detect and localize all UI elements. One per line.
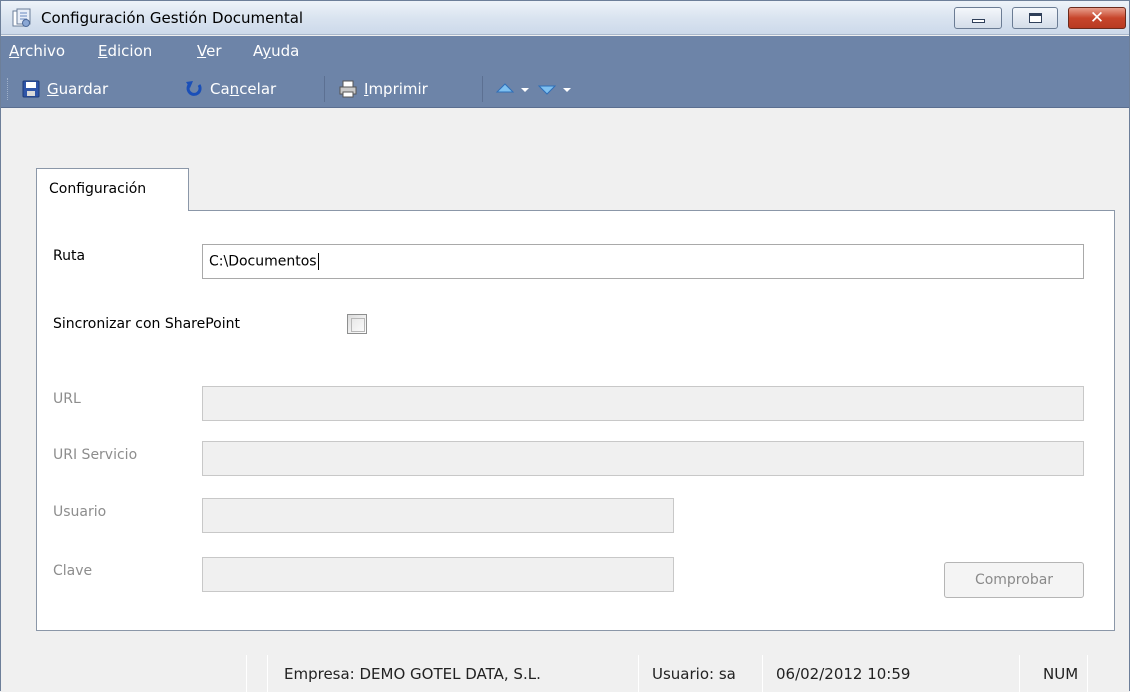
dropdown-arrow-icon xyxy=(520,79,530,99)
text-cursor xyxy=(317,253,319,270)
menu-ayuda[interactable]: Ayuda xyxy=(253,42,299,60)
status-separator xyxy=(246,655,247,692)
ruta-input[interactable]: C:\Documentos xyxy=(202,244,1084,279)
toolbar-separator xyxy=(324,76,325,102)
tab-configuracion[interactable]: Configuración xyxy=(36,168,189,211)
status-empresa: Empresa: DEMO GOTEL DATA, S.L. xyxy=(284,665,541,683)
undo-icon xyxy=(184,79,204,99)
menu-ver[interactable]: Ver xyxy=(197,42,222,60)
menu-edicion[interactable]: Edicion xyxy=(98,42,152,60)
menu-bar: Archivo Edicion Ver Ayuda xyxy=(1,36,1129,68)
save-icon xyxy=(21,79,41,99)
save-button[interactable]: Guardar xyxy=(21,77,108,101)
status-separator xyxy=(1019,655,1020,692)
usuario-input[interactable] xyxy=(202,498,674,533)
minimize-icon xyxy=(972,19,985,23)
toolbar-separator xyxy=(482,76,483,102)
clave-label: Clave xyxy=(53,563,93,579)
status-usuario: Usuario: sa xyxy=(652,665,736,683)
previous-dropdown-button[interactable] xyxy=(520,77,530,101)
url-label: URL xyxy=(53,391,81,407)
sync-sharepoint-label: Sincronizar con SharePoint xyxy=(53,316,241,332)
uri-servicio-label: URI Servicio xyxy=(53,447,138,463)
status-separator xyxy=(762,655,763,692)
status-separator xyxy=(1087,655,1088,692)
printer-icon xyxy=(338,79,358,99)
close-icon: ✕ xyxy=(1089,8,1105,28)
sync-sharepoint-checkbox[interactable] xyxy=(347,314,367,334)
next-record-button[interactable] xyxy=(537,77,557,101)
toolbar: Guardar Cancelar Imprimir xyxy=(1,68,1129,108)
status-separator xyxy=(638,655,639,692)
next-dropdown-button[interactable] xyxy=(562,77,572,101)
comprobar-button[interactable]: Comprobar xyxy=(944,562,1084,598)
menu-archivo[interactable]: Archivo xyxy=(9,42,65,60)
document-config-icon xyxy=(11,8,33,28)
url-input[interactable] xyxy=(202,386,1084,421)
clave-input[interactable] xyxy=(202,557,674,592)
tab-label: Configuración xyxy=(49,181,147,197)
arrow-up-icon xyxy=(495,79,515,99)
ruta-label: Ruta xyxy=(53,248,86,264)
cancel-button[interactable]: Cancelar xyxy=(184,77,276,101)
close-button[interactable]: ✕ xyxy=(1068,7,1126,29)
toolbar-grip[interactable] xyxy=(7,78,10,100)
minimize-button[interactable] xyxy=(954,7,1002,29)
arrow-down-icon xyxy=(537,79,557,99)
status-separator xyxy=(267,655,268,692)
maximize-button[interactable] xyxy=(1012,7,1058,29)
main-window: Configuración Gestión Documental ✕ Archi… xyxy=(0,0,1130,692)
title-bar[interactable]: Configuración Gestión Documental ✕ xyxy=(1,1,1129,35)
usuario-label: Usuario xyxy=(53,504,107,520)
uri-servicio-input[interactable] xyxy=(202,441,1084,476)
print-button[interactable]: Imprimir xyxy=(338,77,428,101)
window-title: Configuración Gestión Documental xyxy=(41,9,304,27)
status-bar: Empresa: DEMO GOTEL DATA, S.L. Usuario: … xyxy=(1,653,1129,692)
maximize-icon xyxy=(1029,13,1042,23)
status-num: NUM xyxy=(1043,665,1079,683)
dropdown-arrow-icon xyxy=(562,79,572,99)
status-datetime: 06/02/2012 10:59 xyxy=(776,665,911,683)
previous-record-button[interactable] xyxy=(495,77,515,101)
